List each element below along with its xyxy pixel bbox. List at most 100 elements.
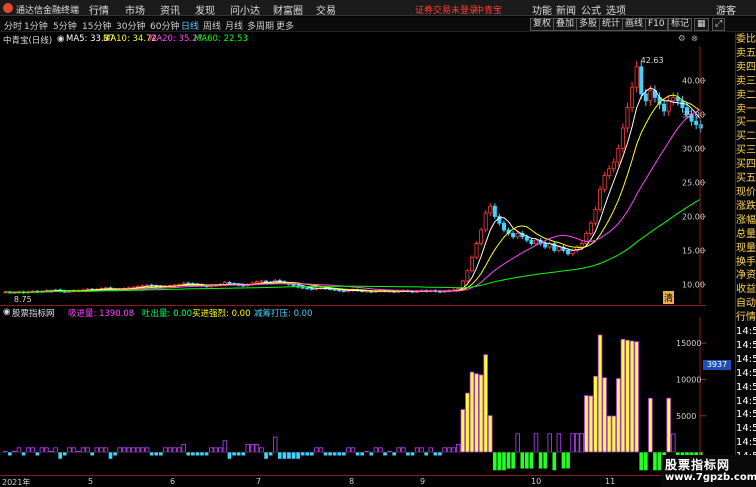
- side-panel-item[interactable]: 总量: [736, 228, 756, 242]
- side-panel-item[interactable]: 净资: [736, 269, 756, 283]
- candle-body: [593, 209, 598, 224]
- side-panel-item[interactable]: 买三: [736, 144, 756, 158]
- price-chart[interactable]: 40.00 35.00 30.00 25.00 20.00 15.00 10.00 42.6…: [0, 46, 706, 304]
- period-15min[interactable]: 15分钟: [82, 19, 111, 32]
- date-label: 11: [605, 477, 616, 486]
- tool-layout-icon[interactable]: ▦: [694, 18, 709, 31]
- volume-bar-down: [227, 452, 232, 459]
- side-panel-item[interactable]: 涨幅: [736, 214, 756, 228]
- side-panel-item[interactable]: 行情: [736, 311, 756, 325]
- volume-bar-up: [671, 433, 676, 453]
- period-5min[interactable]: 5分钟: [53, 19, 77, 32]
- candle-body: [602, 175, 607, 190]
- menu-discover[interactable]: 发现: [195, 2, 215, 17]
- side-panel-item[interactable]: 买一: [736, 116, 756, 130]
- candle-body: [291, 283, 296, 287]
- indicator-icon[interactable]: ◉: [3, 307, 10, 317]
- menu-options[interactable]: 选项: [606, 2, 626, 17]
- volume-bar-down: [62, 452, 67, 456]
- volume-tick-label: 15000: [676, 339, 701, 348]
- volume-bar-down: [369, 452, 374, 456]
- side-panel-item[interactable]: 自动: [736, 297, 756, 311]
- side-panel-item[interactable]: 14:50: [736, 395, 756, 409]
- side-panel-item[interactable]: 现价: [736, 186, 756, 200]
- period-weekly[interactable]: 周线: [203, 19, 221, 32]
- period-30min[interactable]: 30分钟: [116, 19, 145, 32]
- side-panel-item[interactable]: 收益: [736, 283, 756, 297]
- side-panel-item[interactable]: 14:50: [736, 367, 756, 381]
- tool-adjust[interactable]: 复权: [530, 18, 555, 31]
- volume-bar-up: [117, 447, 122, 453]
- side-panel-item[interactable]: 14:50: [736, 408, 756, 422]
- side-panel-item[interactable]: 卖三: [736, 75, 756, 89]
- side-panel-item[interactable]: 14:50: [736, 436, 756, 450]
- volume-bar-down: [525, 452, 529, 469]
- volume-bar-down: [424, 452, 429, 456]
- tool-draw[interactable]: 画线: [622, 18, 647, 31]
- menu-function[interactable]: 功能: [532, 2, 552, 17]
- menu-dot-icon[interactable]: ◉: [57, 34, 64, 44]
- side-panel-item[interactable]: 14:50: [736, 339, 756, 353]
- side-panel-item[interactable]: 卖五: [736, 47, 756, 61]
- volume-bar-up: [455, 443, 461, 453]
- login-warning[interactable]: 证券交易未登录: [415, 3, 478, 16]
- chart-close-icon[interactable]: ⊗: [691, 34, 698, 44]
- volume-bar-down: [497, 452, 502, 471]
- volume-bar-down: [406, 452, 410, 456]
- side-panel-item[interactable]: 买五: [736, 172, 756, 186]
- volume-bar-down: [520, 452, 525, 469]
- volume-bar-down: [561, 452, 566, 469]
- volume-bar-down: [506, 452, 511, 469]
- menu-market[interactable]: 市场: [125, 2, 145, 17]
- side-panel-item[interactable]: 卖四: [736, 61, 756, 75]
- menu-formula[interactable]: 公式: [581, 2, 601, 17]
- side-panel-item[interactable]: 涨跌: [736, 200, 756, 214]
- menu-ask[interactable]: 问小达: [230, 2, 260, 17]
- candle-body: [630, 86, 635, 109]
- volume-bar-up: [483, 354, 488, 453]
- volume-bar-down: [186, 452, 191, 456]
- side-panel-item[interactable]: 现量: [736, 242, 756, 256]
- side-panel-item[interactable]: 14:50: [736, 381, 756, 395]
- volume-bar-down: [291, 452, 296, 459]
- period-intraday[interactable]: 分时: [4, 19, 22, 32]
- menu-trade[interactable]: 交易: [316, 2, 336, 17]
- period-monthly[interactable]: 月线: [225, 19, 243, 32]
- volume-bar-up: [140, 447, 145, 453]
- volume-bar-up: [478, 374, 484, 453]
- ma10-line: [5, 94, 701, 293]
- tool-mark[interactable]: 标记: [668, 18, 693, 31]
- side-panel-item[interactable]: 14:50: [736, 353, 756, 367]
- menu-quotes[interactable]: 行情: [89, 2, 109, 17]
- tool-stats[interactable]: 统计: [599, 18, 624, 31]
- menu-wealth[interactable]: 财富圈: [273, 2, 303, 17]
- side-panel-item[interactable]: 换手: [736, 256, 756, 270]
- date-label: 8: [349, 477, 355, 486]
- menu-guest[interactable]: 游客: [716, 2, 736, 17]
- tool-overlay[interactable]: 叠加: [553, 18, 578, 31]
- volume-bar-up: [245, 443, 251, 453]
- tool-f10[interactable]: F10: [645, 18, 668, 31]
- side-panel-item[interactable]: 委比: [736, 33, 756, 47]
- side-panel-item[interactable]: 卖二: [736, 89, 756, 103]
- side-panel-item[interactable]: 14:50: [736, 422, 756, 436]
- side-panel-item[interactable]: 买四: [736, 158, 756, 172]
- side-panel-item[interactable]: 买二: [736, 130, 756, 144]
- side-panel-item[interactable]: 卖一: [736, 103, 756, 117]
- candle-body: [588, 222, 593, 234]
- menu-headlines[interactable]: 新闻: [556, 2, 576, 17]
- candle-body: [598, 188, 603, 210]
- period-multi[interactable]: 多周期: [247, 19, 274, 32]
- tool-multistock[interactable]: 多股: [576, 18, 601, 31]
- period-1min[interactable]: 1分钟: [24, 19, 48, 32]
- side-panel-item[interactable]: 14:50: [736, 325, 756, 339]
- menu-news[interactable]: 资讯: [160, 2, 180, 17]
- tool-expand-icon[interactable]: ⤢: [712, 18, 726, 31]
- period-60min[interactable]: 60分钟: [150, 19, 179, 32]
- volume-indicator-chart[interactable]: 15000 10000 5000: [0, 317, 706, 475]
- price-tick-label: 35.00: [682, 110, 705, 119]
- period-daily[interactable]: 日线: [181, 19, 199, 32]
- chart-settings-icon[interactable]: ⚙: [678, 34, 686, 44]
- price-tick-label: 15.00: [682, 246, 705, 255]
- period-more[interactable]: 更多: [276, 19, 294, 32]
